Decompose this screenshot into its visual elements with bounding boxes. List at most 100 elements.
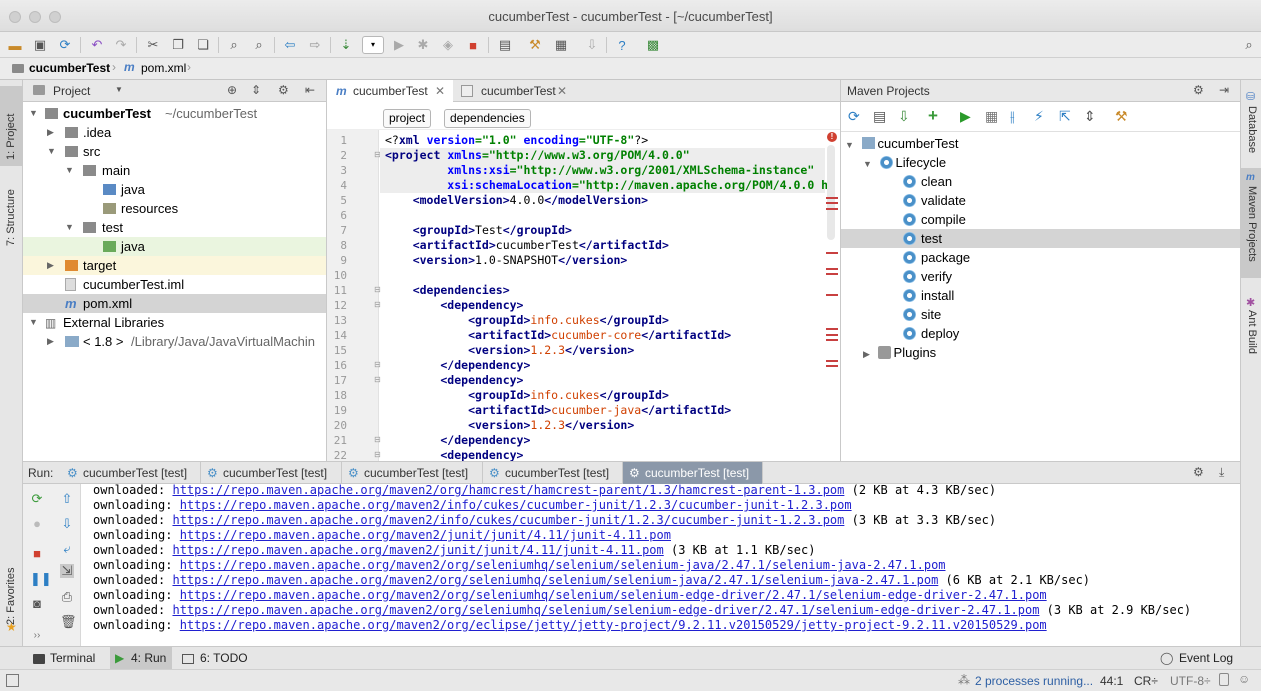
log-link[interactable]: https://repo.maven.apache.org/maven2/org… <box>172 603 1039 617</box>
search-everywhere-icon[interactable]: ⌕ <box>1240 36 1258 54</box>
run-icon[interactable]: ▶ <box>390 36 408 54</box>
code-line-17[interactable]: <dependency> <box>385 373 523 388</box>
maven-plugins[interactable]: ▶ Plugins <box>863 343 936 362</box>
fold-icon[interactable]: ⊟ <box>374 450 381 459</box>
code-line-8[interactable]: <artifactId>cucumberTest</artifactId> <box>385 238 669 253</box>
log-link[interactable]: https://repo.maven.apache.org/maven2/org… <box>172 483 844 497</box>
hide-panel-icon[interactable]: ⇥ <box>1219 83 1229 97</box>
show-dependencies-icon[interactable]: ⇱ <box>1059 108 1071 125</box>
code-line-19[interactable]: <artifactId>cucumber-java</artifactId> <box>385 403 731 418</box>
log-link[interactable]: https://repo.maven.apache.org/maven2/org… <box>172 573 938 587</box>
run-tab-1[interactable]: ⚙ cucumberTest [test] <box>61 462 201 484</box>
tool-tab-maven[interactable]: Maven Projects <box>1246 186 1258 262</box>
code-line-20[interactable]: <version>1.2.3</version> <box>385 418 634 433</box>
project-structure-icon[interactable]: ▦ <box>552 36 570 54</box>
maven-phase-package[interactable]: package <box>903 248 970 267</box>
lock-icon[interactable] <box>1219 673 1229 686</box>
scroll-to-end-icon[interactable]: ⇲ <box>60 564 74 578</box>
code-line-11[interactable]: <dependencies> <box>385 283 510 298</box>
code-line-1[interactable]: <?xml version="1.0" encoding="UTF-8"?> <box>385 133 648 148</box>
run-goal-icon[interactable]: ▶ <box>960 108 971 125</box>
tree-item-test[interactable]: ▼ test <box>23 218 326 237</box>
editor-tab-pom[interactable]: m cucumberTest ✕ <box>327 80 453 103</box>
copy-icon[interactable]: ❐ <box>169 36 187 54</box>
locate-icon[interactable]: ⊕ <box>227 83 237 97</box>
debug-icon[interactable]: ✱ <box>414 36 432 54</box>
run-tab-5[interactable]: ⚙ cucumberTest [test] <box>623 462 763 484</box>
redo-icon[interactable]: ↷ <box>112 36 130 54</box>
code-line-13[interactable]: <groupId>info.cukes</groupId> <box>385 313 669 328</box>
toggle-offline-icon[interactable]: ⫲ <box>1010 108 1015 125</box>
background-processes-link[interactable]: 2 processes running... <box>975 674 1093 688</box>
help-icon[interactable]: ? <box>613 36 631 54</box>
download-sources-icon[interactable]: ⇩ <box>898 108 910 125</box>
find-icon[interactable]: ⌕ <box>225 36 243 54</box>
log-link[interactable]: https://repo.maven.apache.org/maven2/org… <box>180 558 946 572</box>
code-line-9[interactable]: <version>1.0-SNAPSHOT</version> <box>385 253 628 268</box>
run-tab-3[interactable]: ⚙ cucumberTest [test] <box>342 462 483 484</box>
log-link[interactable]: https://repo.maven.apache.org/maven2/org… <box>180 618 1047 632</box>
tool-tab-favorites[interactable]: 2: Favorites <box>5 568 17 625</box>
gear-icon[interactable]: ⚙ <box>278 83 289 97</box>
log-link[interactable]: https://repo.maven.apache.org/maven2/jun… <box>180 528 671 542</box>
chevron-down-icon[interactable]: ▼ <box>115 85 123 94</box>
inspector-icon[interactable]: ☺ <box>1238 672 1250 686</box>
code-line-5[interactable]: <modelVersion>4.0.0</modelVersion> <box>385 193 648 208</box>
build-icon[interactable]: ⇣ <box>337 36 355 54</box>
fold-icon[interactable]: ⊟ <box>374 375 381 384</box>
back-icon[interactable]: ⇦ <box>281 36 299 54</box>
tool-tab-run[interactable]: ▶ 4: Run <box>110 647 172 670</box>
debug-icon[interactable]: ● <box>30 517 44 531</box>
gear-icon[interactable]: ⚙ <box>1193 465 1204 479</box>
code-line-15[interactable]: <version>1.2.3</version> <box>385 343 634 358</box>
editor-tab-iml[interactable]: cucumberTest ✕ <box>455 80 573 102</box>
fold-icon[interactable]: ⊟ <box>374 285 381 294</box>
scrollbar-thumb[interactable] <box>827 145 835 240</box>
tree-item-external-libraries[interactable]: ▼ ▥ External Libraries <box>23 313 326 332</box>
tree-item-main-java[interactable]: java <box>23 180 326 199</box>
print-icon[interactable]: ⎙ <box>60 590 74 604</box>
cut-icon[interactable]: ✂ <box>144 36 162 54</box>
nav-item-project[interactable]: cucumberTest <box>29 61 110 75</box>
tree-item-src[interactable]: ▼ src <box>23 142 326 161</box>
code-line-14[interactable]: <artifactId>cucumber-core</artifactId> <box>385 328 731 343</box>
soft-wrap-icon[interactable]: ⤶ <box>60 542 74 556</box>
tool-tab-ant[interactable]: Ant Build <box>1246 310 1258 354</box>
run-config-dropdown[interactable]: ▾ <box>362 36 384 54</box>
vcs-icon[interactable]: ▤ <box>496 36 514 54</box>
tree-item-iml[interactable]: cucumberTest.iml <box>23 275 326 294</box>
code-line-4[interactable]: xsi:schemaLocation="http://maven.apache.… <box>385 178 835 193</box>
log-link[interactable]: https://repo.maven.apache.org/maven2/jun… <box>172 543 663 557</box>
caret-position[interactable]: 44:1 <box>1100 674 1123 688</box>
run-config-icon[interactable]: ▦ <box>985 108 998 125</box>
run-tab-4[interactable]: ⚙ cucumberTest [test] <box>483 462 623 484</box>
trash-icon[interactable]: 🗑 <box>60 615 77 629</box>
scroll-down-icon[interactable]: ⇩ <box>60 517 74 531</box>
tree-item-test-java[interactable]: java <box>23 237 326 256</box>
tool-tab-structure[interactable]: 7: Structure <box>5 189 17 246</box>
project-view-label[interactable]: Project <box>53 84 90 98</box>
maven-phase-clean[interactable]: clean <box>903 172 952 191</box>
breadcrumb-dependencies[interactable]: dependencies <box>444 109 531 128</box>
open-folder-icon[interactable]: ▬ <box>6 36 24 54</box>
add-icon[interactable]: + <box>928 106 938 126</box>
more-icon[interactable]: ›› <box>30 629 44 643</box>
fold-icon[interactable]: ⊟ <box>374 360 381 369</box>
maven-phase-compile[interactable]: compile <box>903 210 966 229</box>
error-indicator-icon[interactable]: ! <box>827 132 837 142</box>
stop-icon[interactable]: ■ <box>464 36 482 54</box>
stop-icon[interactable]: ■ <box>30 547 44 561</box>
paste-icon[interactable]: ❏ <box>194 36 212 54</box>
tree-item-root[interactable]: ▼ cucumberTest ~/cucumberTest <box>23 104 326 123</box>
forward-icon[interactable]: ⇨ <box>306 36 324 54</box>
maven-phase-install[interactable]: install <box>903 286 954 305</box>
line-separator[interactable]: CR÷ <box>1134 674 1158 688</box>
rerun-icon[interactable]: ⟳ <box>30 492 44 506</box>
code-line-2[interactable]: <project xmlns="http://www.w3.org/POM/4.… <box>385 148 690 163</box>
collapse-all-icon[interactable]: ⇕ <box>1084 108 1096 125</box>
screenshot-icon[interactable]: ◙ <box>30 597 44 611</box>
undo-icon[interactable]: ↶ <box>88 36 106 54</box>
code-line-7[interactable]: <groupId>Test</groupId> <box>385 223 572 238</box>
save-icon[interactable]: ▣ <box>31 36 49 54</box>
maven-root[interactable]: ▼ cucumberTest <box>845 134 958 153</box>
